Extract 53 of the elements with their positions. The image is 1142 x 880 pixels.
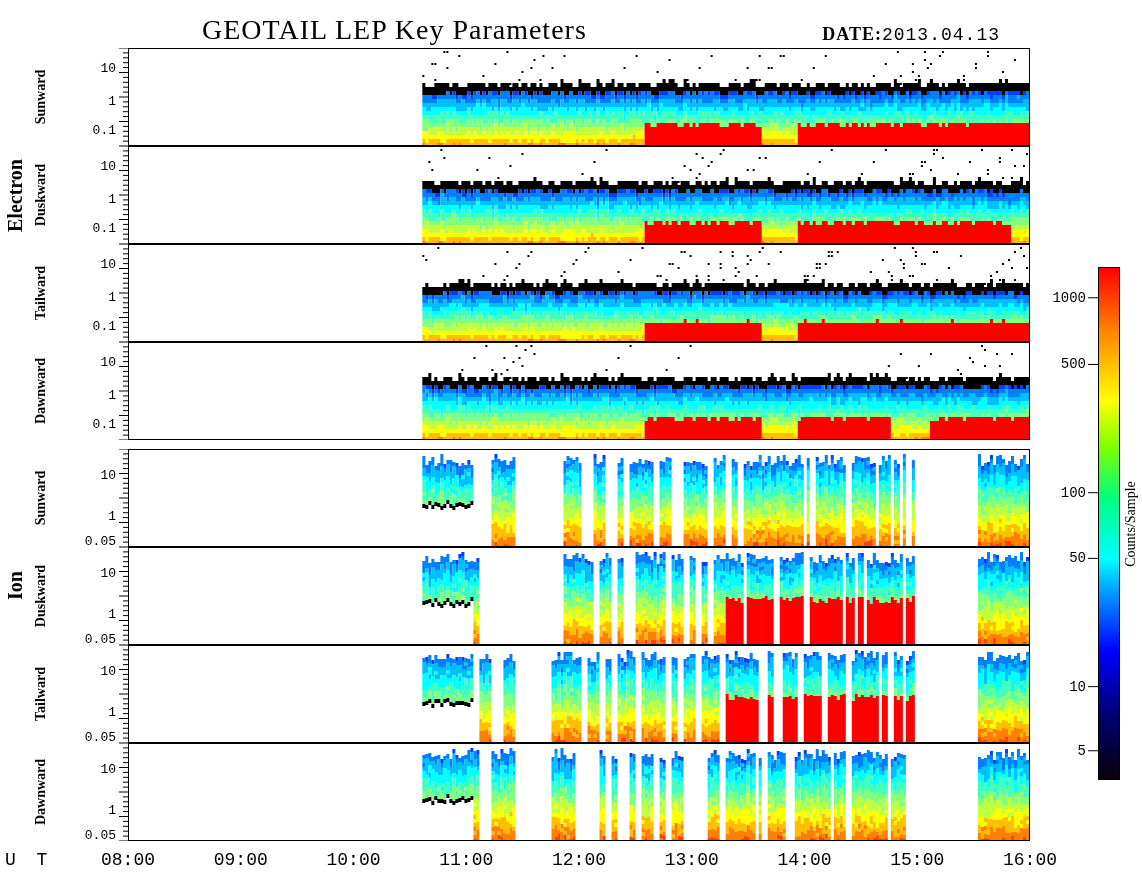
axis-tick-label: 0.1 <box>92 417 116 431</box>
axis-tick-label: 11:00 <box>438 850 495 870</box>
axis-tick-label: 1 <box>108 290 116 304</box>
axis-tick-label: 1 <box>108 388 116 402</box>
axis-tick-label: 0.05 <box>84 632 116 646</box>
panel-label: Sunward <box>33 69 49 125</box>
axis-tick-label: 10 <box>100 468 116 482</box>
colorbar-label: Counts/Sample <box>1123 480 1139 567</box>
panel-label: Tailward <box>33 667 49 721</box>
axis-tick-label: 09:00 <box>212 850 269 870</box>
axis-tick-label: 13:00 <box>663 850 720 870</box>
date-label: DATE:2013.04.13 <box>822 25 1000 44</box>
axis-tick-label: 10 <box>100 762 116 776</box>
axis-tick-label: 10 <box>100 664 116 678</box>
axis-tick-label: 10 <box>100 257 116 271</box>
axis-tick-label: 1 <box>108 192 116 206</box>
axis-tick-label: 10 <box>100 566 116 580</box>
axis-tick-label: 1 <box>108 803 116 817</box>
axis-tick-label: 1 <box>108 509 116 523</box>
axis-tick-label: 1 <box>108 607 116 621</box>
axis-tick-label: 16:00 <box>1002 850 1058 870</box>
axis-tick-label: 08:00 <box>100 850 156 870</box>
axis-tick-label: 0.05 <box>84 828 116 842</box>
axis-tick-label: 0.05 <box>84 534 116 548</box>
axis-tick-label: 0.1 <box>92 319 116 333</box>
colorbar-tick-label: 10 <box>1069 679 1086 694</box>
axis-tick-label: 10 <box>100 61 116 75</box>
axis-tick-label: 10 <box>100 355 116 369</box>
axis-tick-label: 10 <box>100 159 116 173</box>
group-label: Electron <box>3 158 27 232</box>
axis-tick-label: 0.1 <box>92 123 116 137</box>
axis-tick-label: 1 <box>108 705 116 719</box>
axis-tick-label: 14:00 <box>776 850 833 870</box>
axis-tick-label: 12:00 <box>551 850 607 870</box>
colorbar-tick-label: 100 <box>1060 485 1086 500</box>
panel-label: Dawnward <box>33 357 49 425</box>
chart-title: GEOTAIL LEP Key Parameters <box>202 16 587 44</box>
axis-label: U T <box>4 850 49 870</box>
axis-tick-label: 10:00 <box>325 850 382 870</box>
axis-tick-label: 1 <box>108 94 116 108</box>
colorbar-tick-label: 500 <box>1060 357 1086 372</box>
panel-label: Duskward <box>33 564 49 628</box>
colorbar-tick-label: 5 <box>1077 743 1086 758</box>
axis-tick-label: 15:00 <box>889 850 946 870</box>
panel-label: Tailward <box>33 266 49 320</box>
panel-label: Duskward <box>33 163 49 227</box>
colorbar-tick-label: 1000 <box>1052 290 1086 305</box>
panel-label: Dawnward <box>33 758 49 826</box>
axis-tick-label: 0.1 <box>92 221 116 235</box>
group-label: Ion <box>3 570 27 600</box>
axis-tick-label: 0.05 <box>84 730 116 744</box>
panel-label: Sunward <box>33 470 49 526</box>
colorbar-tick-label: 50 <box>1069 551 1086 566</box>
